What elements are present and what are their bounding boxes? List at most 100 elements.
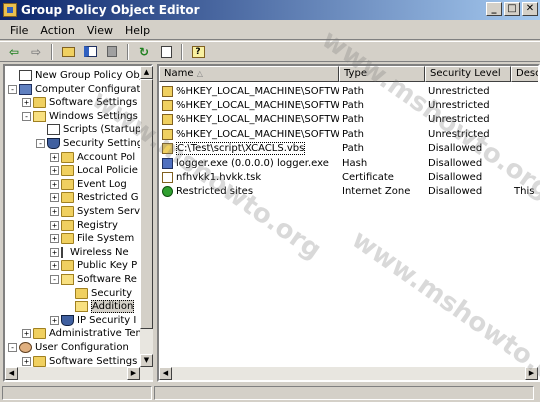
toolbar-separator <box>51 43 53 60</box>
menu-view[interactable]: View <box>81 24 119 37</box>
rule-name: %HKEY_LOCAL_MACHINE\SOFTWA... <box>176 99 339 111</box>
menu-action[interactable]: Action <box>34 24 80 37</box>
expand-icon[interactable]: + <box>22 356 31 366</box>
rule-name-cell: %HKEY_LOCAL_MACHINE\SOFTWA... <box>159 128 339 140</box>
column-header-description[interactable]: Descr <box>511 66 538 82</box>
details-list[interactable]: Name △ Type Security Level Descr %HKEY_L… <box>157 64 540 382</box>
shield-icon <box>61 314 74 326</box>
status-cell <box>154 386 534 400</box>
expand-icon[interactable]: + <box>50 247 59 257</box>
column-header-type[interactable]: Type <box>339 66 425 82</box>
toolbar: ⇦ ⇨ ↻ ? <box>0 41 540 62</box>
rule-type: Certificate <box>342 171 394 183</box>
column-header-name[interactable]: Name △ <box>159 66 339 82</box>
console-tree[interactable]: New Group Policy Object [D - Computer Conf… <box>3 64 153 382</box>
tree-node[interactable]: + Restricted G <box>50 191 139 204</box>
path-rule-icon <box>162 114 173 126</box>
collapse-icon[interactable]: - <box>50 275 59 284</box>
collapse-icon[interactable]: - <box>8 343 17 352</box>
expand-icon[interactable]: + <box>50 261 59 271</box>
column-header-security-level[interactable]: Security Level <box>425 66 511 82</box>
tree-node[interactable]: - Software Re <box>50 273 137 286</box>
tree-node[interactable]: - Computer Configuration <box>8 83 151 96</box>
expand-icon[interactable]: + <box>50 315 59 325</box>
expand-icon[interactable]: + <box>50 234 59 244</box>
tree-node-label: Scripts (Startup <box>63 124 142 136</box>
menu-file[interactable]: File <box>4 24 34 37</box>
expand-icon[interactable]: + <box>50 220 59 230</box>
window-controls: _ □ ✕ <box>486 2 538 16</box>
tree-node-label: Software Settings <box>49 355 138 367</box>
tree-node[interactable]: + Event Log <box>50 178 127 191</box>
gpo-editor-app-icon[interactable] <box>3 3 17 17</box>
column-name-label: Name <box>164 68 194 79</box>
show-hide-tree-icon[interactable] <box>80 43 100 61</box>
tree-node[interactable]: + Public Key P <box>50 259 137 272</box>
collapse-icon[interactable]: - <box>8 84 17 94</box>
expand-icon[interactable]: + <box>50 166 59 176</box>
tree-node[interactable]: + Software Settings <box>22 355 137 368</box>
tree-scroll-down-icon[interactable]: ▼ <box>140 354 153 367</box>
maximize-button[interactable]: □ <box>504 2 520 16</box>
minimize-button[interactable]: _ <box>486 2 502 16</box>
help-icon[interactable]: ? <box>188 43 208 61</box>
tree-scroll-left-icon[interactable]: ◀ <box>5 367 18 380</box>
tree-node-label: Addition <box>91 300 135 314</box>
menu-help[interactable]: Help <box>119 24 156 37</box>
export-list-icon[interactable] <box>156 43 176 61</box>
tree-node[interactable]: + File System <box>50 232 134 245</box>
folder-icon <box>61 192 74 204</box>
expand-icon[interactable]: + <box>22 329 31 339</box>
tree-scroll-up-icon[interactable]: ▲ <box>140 66 153 79</box>
security-level: Unrestricted <box>428 114 490 126</box>
tree-node[interactable]: New Group Policy Object [D <box>8 69 151 82</box>
collapse-icon[interactable]: - <box>36 139 45 148</box>
tree-node[interactable]: - Security Setting <box>36 137 143 150</box>
list-scroll-right-icon[interactable]: ▶ <box>525 367 538 380</box>
expand-icon[interactable]: + <box>50 193 59 203</box>
tree-node-label: Event Log <box>77 178 127 190</box>
up-folder-icon[interactable] <box>58 43 78 61</box>
tree-node[interactable]: - User Configuration <box>8 341 129 354</box>
list-item[interactable]: %HKEY_LOCAL_MACHINE\SOFTWA... Path Unrestr… <box>159 113 538 127</box>
tree-node[interactable]: + IP Security I <box>50 314 136 327</box>
rule-type: Path <box>342 85 364 97</box>
tree-node[interactable]: Addition <box>64 300 135 314</box>
tree-node[interactable]: + Wireless Ne <box>50 246 129 259</box>
collapse-icon[interactable]: - <box>22 111 31 121</box>
back-icon[interactable]: ⇦ <box>4 43 24 61</box>
rule-type: Hash <box>342 157 368 169</box>
list-item[interactable]: logger.exe (0.0.0.0) logger.exe Hash Disal… <box>159 156 538 170</box>
tree-node[interactable]: + Account Pol <box>50 151 135 164</box>
tree-node[interactable]: + Registry <box>50 219 118 232</box>
list-item[interactable]: C:\Test\script\XCACLS.vbs Path Disallowed <box>159 142 538 156</box>
tree-node-label: File System <box>77 233 135 245</box>
refresh-icon[interactable]: ↻ <box>134 43 154 61</box>
tree-node-label: IP Security I <box>77 314 137 326</box>
list-horizontal-scrollbar[interactable] <box>159 367 538 380</box>
tree-node[interactable]: - Windows Settings <box>22 110 138 123</box>
list-item[interactable]: %HKEY_LOCAL_MACHINE\SOFTWA... Path Unrestr… <box>159 127 538 141</box>
expand-icon[interactable]: + <box>22 98 31 108</box>
tree-node[interactable]: + Administrative Temp <box>22 327 151 340</box>
tree-node[interactable]: Security <box>64 287 132 300</box>
list-item[interactable]: %HKEY_LOCAL_MACHINE\SOFTWA... Path Unrestr… <box>159 84 538 98</box>
list-item[interactable]: %HKEY_LOCAL_MACHINE\SOFTWA... Path Unrestr… <box>159 98 538 112</box>
tree-scroll-right-icon[interactable]: ▶ <box>127 367 140 380</box>
status-cell <box>2 386 152 400</box>
expand-icon[interactable]: + <box>50 179 59 189</box>
list-item[interactable]: Restricted sites Internet Zone Disallowed T… <box>159 185 538 199</box>
delete-icon[interactable] <box>102 43 122 61</box>
list-scroll-left-icon[interactable]: ◀ <box>159 367 172 380</box>
tree-node[interactable]: + Software Settings <box>22 96 137 109</box>
expand-icon[interactable]: + <box>50 152 59 162</box>
expand-icon[interactable]: + <box>50 207 59 216</box>
tree-node[interactable]: + System Serv <box>50 205 140 218</box>
tree-node[interactable]: + Local Policie <box>50 164 138 177</box>
rule-type: Internet Zone <box>342 186 411 198</box>
tree-scroll-thumb[interactable] <box>140 79 153 329</box>
list-item[interactable]: nfhvkk1.hvkk.tsk Certificate Disallowed <box>159 170 538 184</box>
forward-icon[interactable]: ⇨ <box>26 43 46 61</box>
tree-node[interactable]: Scripts (Startup <box>36 123 141 136</box>
close-button[interactable]: ✕ <box>522 2 538 16</box>
